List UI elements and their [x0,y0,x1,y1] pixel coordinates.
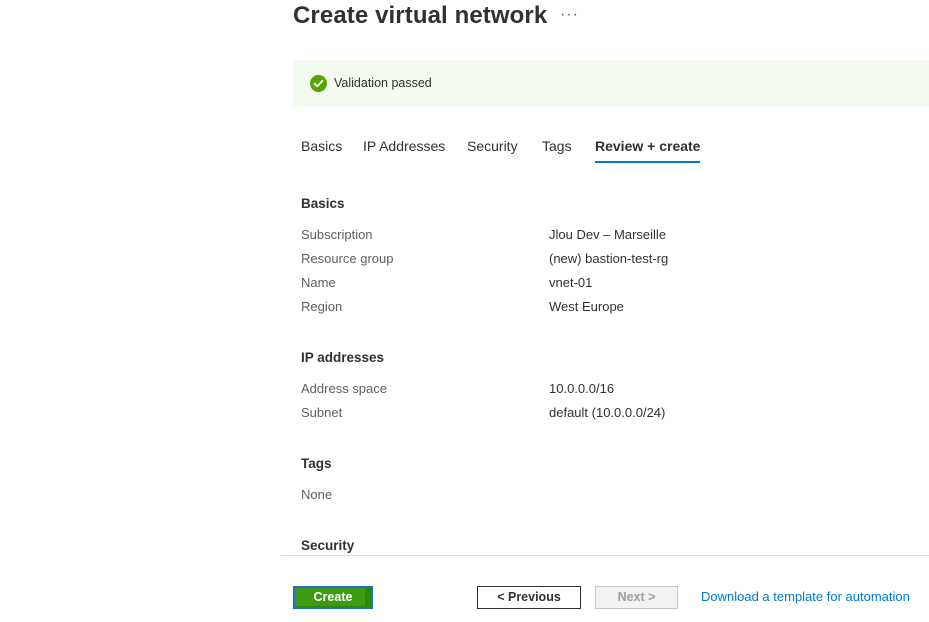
address-space-label: Address space [301,381,387,396]
footer-divider [281,555,929,556]
validation-banner: Validation passed [293,60,929,107]
tags-value: None [301,487,333,502]
create-button[interactable]: Create [293,586,373,609]
page-title: Create virtual network [293,2,548,29]
more-options-icon[interactable]: ··· [560,6,579,24]
section-tags-title: Tags [301,456,332,471]
tab-review-create[interactable]: Review + create [595,138,701,163]
subscription-label: Subscription [301,227,373,242]
resource-group-label: Resource group [301,251,394,266]
validation-message: Validation passed [334,76,432,90]
section-ip-title: IP addresses [301,350,385,365]
address-space-value: 10.0.0.0/16 [549,381,615,396]
region-value: West Europe [549,299,624,314]
previous-button[interactable]: < Previous [477,586,581,609]
section-basics-title: Basics [301,196,345,211]
check-circle-icon [310,75,327,92]
create-vnet-page: Create virtual network ··· Validation pa… [0,0,929,622]
resource-group-value: (new) bastion-test-rg [549,251,669,266]
download-template-link[interactable]: Download a template for automation [701,589,910,604]
section-security-title: Security [301,538,355,553]
tab-security[interactable]: Security [467,138,518,154]
region-label: Region [301,299,343,314]
name-value: vnet-01 [549,275,593,290]
create-button-label: Create [313,590,353,604]
tab-ip-addresses[interactable]: IP Addresses [363,138,445,154]
subnet-value: default (10.0.0.0/24) [549,405,666,420]
next-button: Next > [595,586,678,609]
tab-tags[interactable]: Tags [542,138,572,154]
subscription-value: Jlou Dev – Marseille [549,227,667,242]
tab-basics[interactable]: Basics [301,138,342,154]
name-label: Name [301,275,336,290]
subnet-label: Subnet [301,405,343,420]
